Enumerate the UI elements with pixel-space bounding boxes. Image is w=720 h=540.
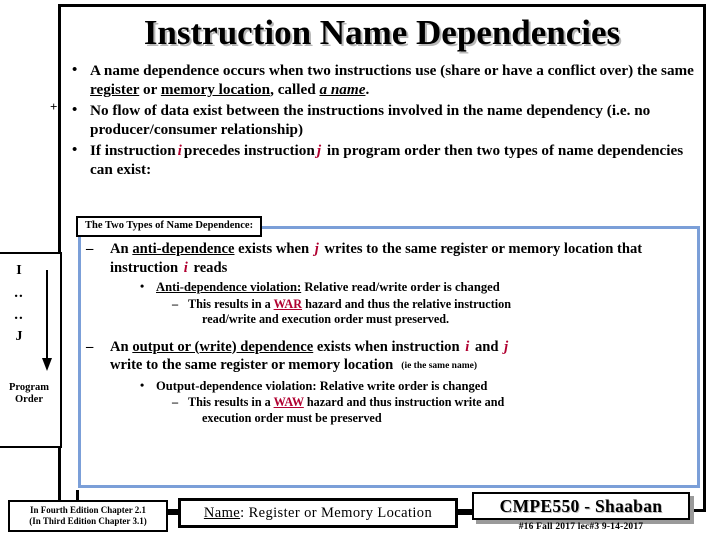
instruction-j-symbol: j [314,241,319,257]
anti-dependence-violation: • Anti-dependence violation: Relative re… [84,279,694,296]
out-dep-note: (ie the same name) [401,361,477,371]
program-order-label: Program Order [0,382,64,406]
bullet-text-mid1: or [139,80,161,98]
bullet-item-name-dependence: • A name dependence occurs when two inst… [62,62,702,99]
out-dep-pre: An [110,338,133,355]
out-dep-line2: write to the same register or memory loc… [110,356,694,376]
instruction-i-label: I [16,263,22,278]
instruction-j-label: J [15,329,23,344]
anti-dependence-definition: – An anti-dependence exists when j write… [84,240,694,277]
violation-text: Relative read/write order is changed [301,280,500,294]
term-output-dependence: output or (write) dependence [132,338,314,355]
violation-term: Output-dependence violation: [156,378,317,393]
instruction-i-symbol: i [177,142,182,160]
bullet-dot-icon: • [140,377,145,392]
down-arrow-icon [42,270,52,371]
violation-text: Relative write order is changed [316,378,488,393]
war-continuation: read/write and execution order must pres… [202,312,450,326]
anti-dependence-war-result: – This results in a WAR hazard and thus … [84,297,694,328]
dash-bullet-icon: – [172,296,179,311]
bullet-text: No flow of data exist between the instru… [90,102,651,138]
edition-line-2: (In Third Edition Chapter 3.1) [29,516,147,526]
bullet-text-mid2: , called [270,80,320,98]
hazard-war-label: WAR [273,296,303,311]
out-dep-mid1: exists when instruction [313,338,464,355]
anti-dep-pre: An [110,241,133,257]
name-label: Name [203,504,241,521]
page-title: Instruction Name Dependencies [143,13,621,52]
dash-bullet-icon: – [86,338,94,355]
anti-dep-mid1: exists when [234,241,313,257]
course-title-box: CMPE550 - Shaaban [472,492,690,520]
out-dep-line2-text: write to the same register or memory loc… [110,357,394,373]
out-dep-mid2: and [471,338,503,355]
top-bullet-list: • A name dependence occurs when two inst… [62,62,702,183]
war-pre: This results in a [188,296,274,311]
underlined-memory-location: memory location [160,80,271,98]
dash-bullet-icon: – [86,241,94,257]
dependence-details-content: – An anti-dependence exists when j write… [84,240,694,426]
bullet-dot-icon: • [140,279,145,293]
program-order-diagram: I .. .. J Program Order [0,252,62,448]
bullet-item-program-order: • If instruction i precedes instruction j i… [62,142,702,179]
output-dependence-violation: • Output-dependence violation: Relative … [84,378,694,395]
waw-post: hazard and thus instruction write and [303,395,505,409]
bullet-text-mid: precedes instruction [183,142,315,160]
types-label-box: The Two Types of Name Dependence: [76,216,263,237]
output-dependence-waw-result: – This results in a WAW hazard and thus … [84,395,694,426]
emphasis-a-name: a name [319,80,366,98]
bullet-text-tail: . [365,80,370,98]
instruction-j-symbol: j [504,338,509,355]
bullet-dot-icon: • [72,102,78,119]
output-dependence-definition: – An output or (write) dependence exists… [84,338,694,376]
edition-line-1: In Fourth Edition Chapter 2.1 [29,505,147,515]
edition-reference-box: In Fourth Edition Chapter 2.1 (In Third … [8,500,168,532]
bullet-text-pre: If instruction [90,142,176,160]
term-anti-dependence: anti-dependence [132,241,235,257]
program-order-label-line2: Order [15,394,43,405]
war-post: hazard and thus the relative instruction [302,296,512,311]
bullet-dot-icon: • [72,62,78,78]
underlined-register: register [90,80,140,98]
waw-pre: This results in a [188,395,274,409]
anti-dep-tail: reads [189,259,228,276]
name-value: : Register or Memory Location [240,504,433,521]
ellipsis-1: .. [14,285,24,301]
waw-continuation: execution order must be preserved [202,410,382,425]
ellipsis-2: .. [14,307,24,323]
bullet-text-part1: A name dependence occurs when two instru… [90,62,694,79]
bullet-item-no-flow: • No flow of data exist between the inst… [62,102,702,139]
dash-bullet-icon: – [172,395,179,409]
course-meta-line: #16 Fall 2017 lec#3 9-14-2017 [518,522,644,532]
violation-term: Anti-dependence violation: [156,280,302,294]
plus-marker: + [50,99,58,114]
program-order-label-line1: Program [8,382,50,393]
program-order-instruction-sequence: I .. .. J [8,260,30,348]
hazard-waw-label: WAW [273,395,304,409]
bullet-dot-icon: • [72,142,78,159]
name-definition-box: Name: Register or Memory Location [178,498,458,528]
instruction-j-symbol: j [316,142,322,160]
instruction-i-symbol: i [183,259,188,276]
